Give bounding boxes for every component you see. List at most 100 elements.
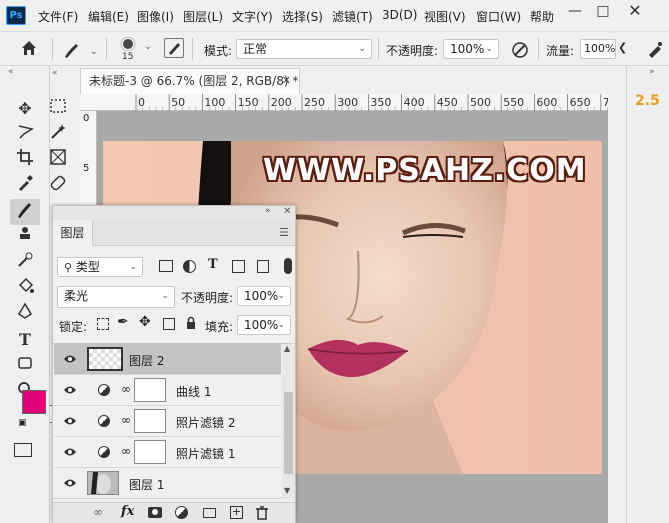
- mode-dropdown[interactable]: 正常 ⌄: [236, 39, 372, 59]
- menu-edit[interactable]: 编辑(E): [88, 8, 129, 25]
- lock-label: 锁定:: [59, 320, 88, 334]
- new-layer-icon[interactable]: +: [230, 506, 243, 519]
- brush-settings-icon[interactable]: [164, 38, 184, 58]
- link-layers-icon[interactable]: ∞: [93, 505, 103, 519]
- menu-file[interactable]: 文件(F): [38, 8, 78, 25]
- lock-transparency-icon[interactable]: [97, 318, 109, 330]
- move-tool-icon[interactable]: ✥: [12, 97, 38, 121]
- collapse-panel-icon[interactable]: »: [265, 206, 271, 216]
- magic-wand-icon[interactable]: [45, 122, 71, 146]
- tab-layers[interactable]: 图层: [53, 220, 93, 246]
- chevron-right-icon[interactable]: ❮: [618, 41, 627, 54]
- lock-position-icon[interactable]: ✥: [139, 314, 151, 330]
- layer-name[interactable]: 照片滤镜 2: [176, 414, 235, 431]
- menu-help[interactable]: 帮助: [530, 8, 554, 25]
- adjustment-layer-icon: [98, 446, 110, 458]
- pressure-opacity-icon[interactable]: [510, 40, 530, 60]
- filter-adjustment-icon[interactable]: [183, 260, 196, 273]
- layer-name[interactable]: 图层 1: [129, 476, 164, 493]
- new-adjustment-icon[interactable]: [175, 506, 188, 519]
- menu-filter[interactable]: 滤镜(T): [332, 8, 373, 25]
- marquee-tool-icon[interactable]: [45, 97, 71, 121]
- lock-artboard-icon[interactable]: [163, 318, 175, 330]
- flow-field[interactable]: 100%: [580, 39, 616, 59]
- frame-tool-icon[interactable]: [45, 148, 71, 172]
- lasso-tool-icon[interactable]: [12, 122, 38, 146]
- menu-layer[interactable]: 图层(L): [183, 8, 223, 25]
- expand-icon[interactable]: »: [649, 67, 655, 77]
- menu-type[interactable]: 文字(Y): [232, 8, 273, 25]
- layer-name[interactable]: 曲线 1: [176, 383, 211, 400]
- layer-row[interactable]: 图层 2: [54, 344, 281, 375]
- close-tab-icon[interactable]: ✕: [282, 69, 291, 93]
- menu-image[interactable]: 图像(I): [137, 8, 174, 25]
- layer-row[interactable]: ∞ 照片滤镜 2: [54, 406, 281, 437]
- lock-all-icon[interactable]: [186, 316, 196, 330]
- delete-layer-icon[interactable]: [256, 506, 268, 520]
- pen-tool-icon[interactable]: [12, 302, 38, 326]
- layer-row[interactable]: ∞ 曲线 1: [54, 375, 281, 406]
- menu-window[interactable]: 窗口(W): [476, 8, 521, 25]
- home-icon[interactable]: [20, 39, 44, 59]
- brush-tool-icon[interactable]: [10, 199, 40, 225]
- brush-tip-icon[interactable]: [118, 36, 138, 52]
- layer-mask-thumbnail: [134, 440, 166, 464]
- fill-field[interactable]: 100% ⌄: [237, 315, 291, 335]
- clone-stamp-icon[interactable]: [12, 225, 38, 249]
- menu-3d[interactable]: 3D(D): [382, 8, 417, 22]
- photoshop-logo: Ps: [6, 6, 26, 25]
- scrollbar-thumb[interactable]: [284, 392, 293, 474]
- visibility-eye-icon: [64, 448, 76, 456]
- link-icon[interactable]: ∞: [121, 413, 131, 427]
- lock-pixels-icon[interactable]: ✒: [117, 314, 129, 330]
- crop-tool-icon[interactable]: [12, 148, 38, 172]
- minimize-icon[interactable]: —: [561, 0, 589, 22]
- layers-footer: ∞ fx +: [53, 502, 295, 523]
- panel-collapse-icon[interactable]: «: [52, 68, 58, 78]
- menu-view[interactable]: 视图(V): [424, 8, 466, 25]
- collapse-icon[interactable]: «: [8, 67, 14, 77]
- close-panel-icon[interactable]: ✕: [283, 206, 291, 217]
- layer-name[interactable]: 照片滤镜 1: [176, 445, 235, 462]
- blend-mode-dropdown[interactable]: 柔光 ⌄: [57, 286, 175, 308]
- filter-type-icon[interactable]: T: [208, 257, 218, 272]
- default-colors-icon[interactable]: ▣: [18, 418, 27, 428]
- menu-select[interactable]: 选择(S): [282, 8, 323, 25]
- filter-shape-icon[interactable]: [232, 260, 245, 273]
- panel-value[interactable]: 2.5: [635, 93, 660, 109]
- layers-panel: » ✕ 图层 ☰ ⚲ 类型 ⌄ T 柔光 ⌄ 不透明度: 100% ⌄ 锁定: ✒ ✥…: [52, 205, 296, 523]
- scrollbar[interactable]: ▲ ▼: [282, 344, 295, 499]
- filter-type-dropdown[interactable]: ⚲ 类型 ⌄: [57, 257, 143, 277]
- airbrush-icon[interactable]: [646, 40, 664, 58]
- close-icon[interactable]: ✕: [621, 0, 649, 22]
- brush-preset-icon[interactable]: ⌄: [62, 40, 100, 60]
- layer-row[interactable]: 图层 1: [54, 468, 281, 499]
- panel-title-bar[interactable]: » ✕: [53, 206, 295, 220]
- layer-row[interactable]: ∞ 照片滤镜 1: [54, 437, 281, 468]
- layer-name[interactable]: 图层 2: [129, 352, 164, 369]
- document-tab[interactable]: 未标题-3 @ 66.7% (图层 2, RGB/8) * ✕: [80, 68, 300, 94]
- add-mask-icon[interactable]: [148, 507, 162, 518]
- type-tool-icon[interactable]: T: [12, 328, 38, 352]
- shape-tool-icon[interactable]: [12, 354, 38, 378]
- quick-mask-icon[interactable]: [14, 443, 32, 457]
- paint-bucket-icon[interactable]: [12, 277, 38, 301]
- foreground-color-swatch[interactable]: [22, 390, 46, 414]
- fx-icon[interactable]: fx: [121, 504, 134, 519]
- filter-smart-object-icon[interactable]: [257, 260, 269, 273]
- maximize-icon[interactable]: □: [589, 0, 617, 22]
- visibility-eye-icon: [64, 479, 76, 487]
- panel-menu-icon[interactable]: ☰: [279, 226, 289, 239]
- visibility-eye-icon: [64, 355, 76, 363]
- new-group-icon[interactable]: [203, 508, 216, 518]
- link-icon[interactable]: ∞: [121, 444, 131, 458]
- eyedropper-icon[interactable]: [12, 174, 38, 198]
- healing-brush-icon[interactable]: [45, 174, 71, 198]
- chevron-down-icon[interactable]: ⌄: [144, 42, 152, 52]
- layer-opacity-field[interactable]: 100% ⌄: [237, 286, 291, 306]
- filter-pixel-icon[interactable]: [159, 260, 173, 272]
- history-brush-icon[interactable]: [12, 251, 38, 275]
- filter-toggle[interactable]: [284, 258, 292, 274]
- link-icon[interactable]: ∞: [121, 382, 131, 396]
- opacity-field[interactable]: 100% ⌄: [443, 39, 499, 59]
